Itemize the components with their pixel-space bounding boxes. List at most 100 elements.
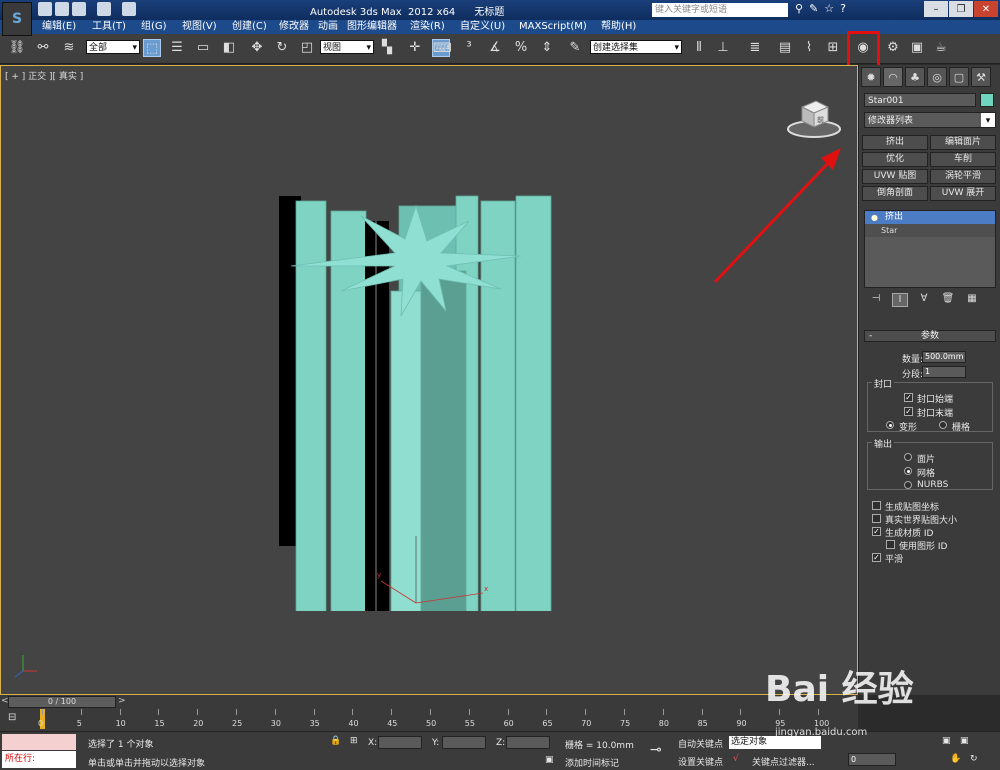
rotate-icon[interactable]: ↻ <box>273 39 291 57</box>
gen-material-ids-checkbox[interactable]: ✓ <box>872 527 881 536</box>
percent-snap-icon[interactable]: % <box>512 39 530 57</box>
edit-named-selection-icon[interactable]: ✎ <box>566 39 584 57</box>
create-tab-icon[interactable]: ✹ <box>861 67 881 87</box>
menu-maxscript[interactable]: MAXScript(M) <box>519 20 587 34</box>
maxscript-listener-mini[interactable] <box>2 734 76 750</box>
grid-radio[interactable] <box>939 421 947 429</box>
extruded-star-object[interactable]: y x <box>271 141 561 611</box>
real-world-map-size-checkbox[interactable] <box>872 514 881 523</box>
help-icon[interactable]: ? <box>840 2 846 15</box>
object-name-field[interactable]: Star001 <box>864 93 976 107</box>
set-key-button[interactable]: 设置关键点 <box>678 755 723 768</box>
menu-group[interactable]: 组(G) <box>141 20 167 34</box>
key-icon[interactable]: ⊸ <box>650 742 662 758</box>
amount-spinner[interactable]: 500.0mm <box>922 351 966 363</box>
render-setup-icon[interactable]: ⚙ <box>884 39 902 57</box>
nurbs-radio[interactable] <box>904 481 912 489</box>
key-filters-button[interactable]: 关键点过滤器... <box>752 755 815 768</box>
reference-coord-dropdown[interactable]: 视图 <box>320 40 374 55</box>
time-slider[interactable]: < 0 / 100 > <box>0 695 858 709</box>
modifier-list-dropdown[interactable]: 修改器列表 <box>864 112 996 128</box>
minimize-button[interactable]: – <box>924 1 948 17</box>
named-selection-dropdown[interactable]: 创建选择集 <box>590 40 682 55</box>
scale-icon[interactable]: ◰ <box>298 39 316 57</box>
make-unique-icon[interactable]: ∀ <box>916 293 932 307</box>
modifier-button-turbosmooth[interactable]: 涡轮平滑 <box>930 169 996 184</box>
hierarchy-tab-icon[interactable]: ♣ <box>905 67 925 87</box>
y-coord-field[interactable] <box>442 736 486 749</box>
lock-icon[interactable]: 🔒 <box>330 736 341 746</box>
app-menu-button[interactable]: S <box>2 2 32 36</box>
menu-customize[interactable]: 自定义(U) <box>460 20 505 34</box>
menu-views[interactable]: 视图(V) <box>182 20 217 34</box>
smooth-checkbox[interactable]: ✓ <box>872 553 881 562</box>
link-icon[interactable]: ⛓ <box>8 39 26 57</box>
render-production-icon[interactable]: ☕ <box>932 39 950 57</box>
configure-modifier-sets-icon[interactable]: ▦ <box>964 293 980 307</box>
modifier-button-edit-patch[interactable]: 编辑面片 <box>930 135 996 150</box>
modify-tab-icon[interactable]: ◠ <box>883 67 903 87</box>
mini-curve-editor-icon[interactable]: ⊟ <box>8 712 16 723</box>
stack-item-star[interactable]: Star <box>865 224 995 237</box>
x-coord-field[interactable] <box>378 736 422 749</box>
angle-snap-icon[interactable]: ∡ <box>486 39 504 57</box>
object-color-swatch[interactable] <box>980 93 994 107</box>
modifier-button-optimize[interactable]: 优化 <box>862 152 928 167</box>
modifier-button-uvw-map[interactable]: UVW 贴图 <box>862 169 928 184</box>
maxscript-prompt[interactable]: 所在行: <box>2 751 76 768</box>
redo-icon[interactable] <box>122 2 136 16</box>
open-file-icon[interactable] <box>55 2 69 16</box>
curve-editor-icon[interactable]: ⌇ <box>800 39 818 57</box>
select-manipulate-icon[interactable]: ✛ <box>406 39 424 57</box>
auto-key-button[interactable]: 自动关键点 <box>678 737 723 750</box>
menu-edit[interactable]: 编辑(E) <box>42 20 76 34</box>
add-time-tag-label[interactable]: 添加时间标记 <box>565 756 619 769</box>
viewport-perspective[interactable]: [ + ] 正交 ][ 真实 ] 前 y x <box>0 65 858 695</box>
pan-view-icon[interactable]: ✋ <box>950 754 961 764</box>
motion-tab-icon[interactable]: ◎ <box>927 67 947 87</box>
next-frame-arrow-icon[interactable]: > <box>118 696 126 706</box>
binoculars-icon[interactable]: ⚲ <box>795 2 803 15</box>
z-coord-field[interactable] <box>506 736 550 749</box>
snaps-toggle-icon[interactable]: ³ <box>460 39 478 57</box>
gen-mapping-coords-checkbox[interactable] <box>872 501 881 510</box>
keyboard-shortcut-override-icon[interactable]: ⌨ <box>432 39 452 57</box>
menu-tools[interactable]: 工具(T) <box>92 20 126 34</box>
set-key-filter-icon[interactable]: √ <box>733 754 739 764</box>
mirror-icon[interactable]: ⫴ <box>690 39 708 57</box>
rectangular-selection-icon[interactable]: ▭ <box>194 39 212 57</box>
align-icon[interactable]: ⊥ <box>714 39 732 57</box>
use-shape-ids-checkbox[interactable] <box>886 540 895 549</box>
viewcube[interactable]: 前 <box>786 91 842 141</box>
remove-modifier-icon[interactable]: 🗑 <box>940 293 956 307</box>
current-frame-field[interactable]: 0 <box>848 753 896 766</box>
menu-create[interactable]: 创建(C) <box>232 20 267 34</box>
menu-graph-editors[interactable]: 图形编辑器 <box>347 20 397 34</box>
restore-button[interactable]: ❐ <box>949 1 973 17</box>
window-crossing-icon[interactable]: ◧ <box>220 39 238 57</box>
selection-filter-dropdown[interactable]: 全部 <box>86 40 140 55</box>
morph-radio[interactable] <box>886 421 894 429</box>
rendered-frame-window-icon[interactable]: ▣ <box>908 39 926 57</box>
menu-rendering[interactable]: 渲染(R) <box>410 20 445 34</box>
close-button[interactable]: ✕ <box>974 1 998 17</box>
star-icon[interactable]: ☆ <box>824 2 834 15</box>
orbit-icon[interactable]: ↻ <box>970 754 978 764</box>
segments-spinner[interactable]: 1 <box>922 366 966 378</box>
new-file-icon[interactable] <box>38 2 52 16</box>
unlink-icon[interactable]: ⚯ <box>34 39 52 57</box>
modifier-button-lathe[interactable]: 车削 <box>930 152 996 167</box>
stack-item-extrude[interactable]: 挤出 <box>865 211 995 224</box>
menu-animation[interactable]: 动画 <box>318 20 338 34</box>
bind-space-warp-icon[interactable]: ≋ <box>60 39 78 57</box>
select-object-icon[interactable]: ⬚ <box>143 39 161 57</box>
save-file-icon[interactable] <box>72 2 86 16</box>
zoom-all-icon[interactable]: ▣ <box>960 736 969 746</box>
search-input[interactable]: 键入关键字或短语 <box>652 3 788 17</box>
move-icon[interactable]: ✥ <box>248 39 266 57</box>
add-time-tag-icon[interactable]: ▣ <box>545 755 554 765</box>
menu-help[interactable]: 帮助(H) <box>601 20 636 34</box>
modifier-button-extrude[interactable]: 挤出 <box>862 135 928 150</box>
schematic-view-icon[interactable]: ⊞ <box>824 39 842 57</box>
spinner-snap-icon[interactable]: ⇕ <box>538 39 556 57</box>
